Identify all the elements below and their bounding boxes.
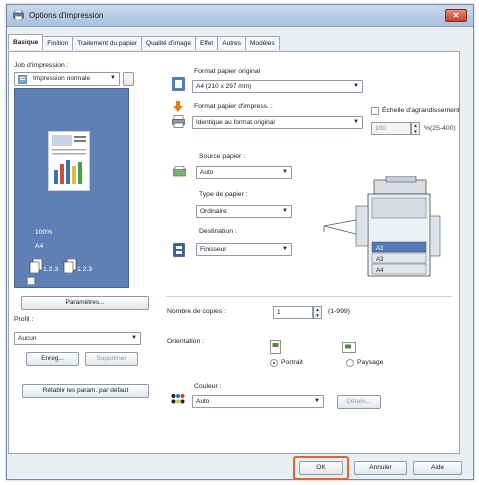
original-paper-select[interactable]: A4 (210 x 297 mm) ▼ [192,80,363,93]
paper-type-label: Type de papier : [199,191,248,198]
paper-tray-icon [173,166,186,177]
printer-icon [13,10,24,20]
color-value: Auto [196,398,210,405]
tab-qualite-image[interactable]: Qualité d'image [141,36,196,50]
scale-spinner[interactable]: ▲ ▼ [411,122,420,135]
paper-type-value: Ordinaire [200,208,227,215]
preview-page-graphic [52,135,86,184]
copies-label: Nombre de copies : [167,308,226,315]
preview-checkbox[interactable] [27,277,35,285]
tab-autres[interactable]: Autres [217,36,247,50]
tab-modeles[interactable]: Modèles [245,36,280,50]
destination-label: Destination : [199,228,237,235]
cancel-button[interactable]: Annuler [354,461,407,475]
collate-label-2: 1.2.3 [77,266,93,273]
paper-type-select[interactable]: Ordinaire ▼ [196,205,292,218]
destination-value: Finisseur [200,246,227,253]
job-select[interactable]: Impression normale ▼ [14,72,120,86]
collate-icon-1 [29,259,43,273]
landscape-radio[interactable] [346,359,354,367]
portrait-label: Portrait [281,359,303,366]
print-preview: 100% A4 1.2.3 1.2.3 [14,88,129,288]
chevron-down-icon: ▼ [110,75,116,81]
original-paper-label: Format papier original [194,68,261,75]
window-title: Options d'impression [29,11,104,20]
tab-finition[interactable]: Finition [42,36,74,50]
printer-device-illustration: A3 A3 A4 [323,176,441,277]
destination-select[interactable]: Finisseur ▼ [196,243,292,256]
tab-effet[interactable]: Effet [194,36,219,50]
portrait-icon [270,340,281,354]
job-icon [18,75,27,84]
details-button[interactable]: Détails... [337,395,381,409]
print-paper-icon [172,115,185,128]
paper-source-label: Source papier : [199,153,246,160]
paper-source-select[interactable]: Auto ▼ [196,166,292,179]
scale-input[interactable]: 100 [371,122,411,135]
tab-bar: Basique Finition Traitement du papier Qu… [8,34,280,51]
print-paper-label: Format papier d'impress. : [194,103,273,110]
tray-label-3: A4 [376,268,384,274]
chevron-down-icon: ▼ [282,246,288,252]
chevron-down-icon: ▼ [314,398,320,404]
output-tray-icon [173,243,185,257]
scale-checkbox[interactable] [371,107,379,115]
copies-range: (1-999) [328,308,350,315]
copies-spinner[interactable]: ▲ ▼ [313,306,322,319]
print-paper-value: Identique au format original [196,119,275,126]
ok-button[interactable]: OK [299,461,343,475]
arrow-down-icon [173,101,183,112]
original-paper-icon [172,77,185,91]
job-extra-button[interactable] [123,72,134,86]
job-value: Impression normale [33,75,91,82]
chevron-down-icon: ▼ [282,208,288,214]
collate-label-1: 1.2.3 [43,266,59,273]
title-bar: Options d'impression ✕ [7,5,473,27]
save-button[interactable]: Enreg... [26,352,79,366]
separator [166,296,452,297]
help-button[interactable]: Aide [413,461,462,475]
paper-source-value: Auto [200,169,214,176]
profile-label: Profil : [14,316,34,323]
color-select[interactable]: Auto ▼ [192,395,324,408]
color-label: Couleur : [194,383,222,390]
delete-button[interactable]: Supprimer [85,352,138,366]
profile-value: Aucun [18,335,37,342]
preview-zoom: 100% [35,229,53,236]
close-icon: ✕ [452,11,460,20]
scale-label: Échelle d'agrandissement [382,107,460,114]
chevron-down-icon: ▼ [131,335,137,341]
original-paper-value: A4 (210 x 297 mm) [196,83,252,90]
close-button[interactable]: ✕ [445,9,467,22]
collate-icon-2 [63,259,77,273]
preview-paper-size: A4 [35,243,44,250]
orientation-label: Orientation : [167,338,205,345]
copies-input[interactable]: 1 [273,306,313,319]
chevron-down-icon: ▼ [353,83,359,89]
chevron-down-icon: ▼ [282,169,288,175]
parameters-button[interactable]: Paramètres... [21,296,149,310]
landscape-icon [342,342,356,353]
profile-select[interactable]: Aucun ▼ [14,332,141,345]
print-paper-select[interactable]: Identique au format original ▼ [192,116,363,129]
scale-range: %(25-400) [424,125,456,132]
tray-label-1: A3 [376,246,384,252]
portrait-radio[interactable] [270,359,278,367]
color-icon [171,394,185,404]
tab-basique[interactable]: Basique [8,34,44,50]
restore-defaults-button[interactable]: Rétablir les param. par défaut [22,384,149,398]
job-label: Job d'impression : [14,62,69,69]
tab-traitement-papier[interactable]: Traitement du papier [72,36,143,50]
landscape-label: Paysage [357,359,384,366]
preview-document [48,131,90,191]
tray-label-2: A3 [376,257,384,263]
chevron-down-icon: ▼ [353,119,359,125]
